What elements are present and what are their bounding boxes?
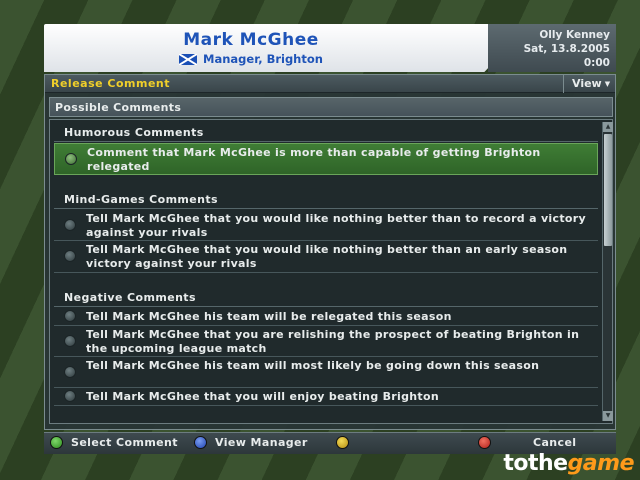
panel-title-bar: Release Comment View ▼ (45, 75, 615, 93)
radio-icon (64, 250, 76, 262)
comment-text: Tell Mark McGhee his team will be relega… (86, 310, 452, 323)
comment-text: Tell Mark McGhee that you will enjoy bea… (86, 390, 439, 403)
release-comment-panel: Release Comment View ▼ Possible Comments … (44, 74, 616, 430)
view-label: View (572, 77, 602, 90)
cancel-label: Cancel (533, 436, 577, 449)
scroll-up-arrow-icon[interactable]: ▲ (603, 122, 613, 132)
radio-icon (64, 390, 76, 402)
select-comment-button[interactable]: Select Comment (50, 436, 178, 449)
scotland-flag-icon (179, 53, 198, 65)
comment-option[interactable]: Tell Mark McGhee that you would like not… (54, 210, 598, 241)
comment-option[interactable]: Tell Mark McGhee his team will most like… (54, 357, 598, 388)
comment-text: Tell Mark McGhee that you are relishing … (86, 328, 580, 355)
section-header-humorous: Humorous Comments (54, 124, 598, 142)
comment-option[interactable]: Tell Mark McGhee that you are relishing … (54, 326, 598, 357)
comment-option[interactable]: Tell Mark McGhee his team will be relega… (54, 308, 598, 326)
radio-icon (64, 366, 76, 378)
radio-icon (64, 219, 76, 231)
manager-name: Mark McGhee (183, 30, 319, 50)
game-date: Sat, 13.8.2005 (523, 43, 610, 55)
comment-text: Tell Mark McGhee his team will most like… (86, 359, 540, 372)
info-panel: Olly Kenney Sat, 13.8.2005 0:00 (488, 24, 616, 72)
y-button-icon (336, 436, 349, 449)
view-manager-label: View Manager (215, 436, 308, 449)
comment-text: Comment that Mark McGhee is more than ca… (87, 146, 541, 173)
section-header-negative: Negative Comments (54, 289, 598, 307)
view-menu-button[interactable]: View ▼ (563, 75, 615, 93)
scroll-thumb[interactable] (604, 134, 612, 246)
radio-icon (64, 310, 76, 322)
radio-icon (65, 153, 77, 165)
user-name: Olly Kenney (539, 29, 610, 41)
list-scrollbar[interactable]: ▲ ▼ (602, 122, 613, 421)
x-button-icon (194, 436, 207, 449)
y-button[interactable] (336, 436, 349, 449)
scroll-down-arrow-icon[interactable]: ▼ (603, 411, 613, 421)
comment-option[interactable]: Comment that Mark McGhee is more than ca… (54, 143, 598, 175)
tothegame-watermark: tothegame (503, 451, 634, 476)
manager-banner: Mark McGhee Manager, Brighton (44, 24, 498, 72)
section-header-mind-games: Mind-Games Comments (54, 191, 598, 209)
manager-role-row: Manager, Brighton (44, 52, 458, 66)
a-button-icon (50, 436, 63, 449)
possible-comments-header: Possible Comments (49, 97, 613, 117)
cancel-button[interactable]: Cancel (478, 436, 576, 449)
manager-role: Manager, Brighton (203, 52, 323, 66)
chevron-down-icon: ▼ (604, 80, 611, 88)
b-button-icon (478, 436, 491, 449)
comment-option[interactable]: Tell Mark McGhee that you will enjoy bea… (54, 388, 598, 406)
comment-text: Tell Mark McGhee that you would like not… (86, 212, 586, 239)
comment-list: Humorous Comments Comment that Mark McGh… (49, 119, 613, 424)
panel-title: Release Comment (51, 77, 171, 90)
comment-text: Tell Mark McGhee that you would like not… (86, 243, 568, 270)
possible-comments-label: Possible Comments (55, 101, 182, 114)
select-comment-label: Select Comment (71, 436, 178, 449)
game-time: 0:00 (583, 57, 610, 69)
radio-icon (64, 335, 76, 347)
comment-option[interactable]: Tell Mark McGhee that you would like not… (54, 241, 598, 273)
view-manager-button[interactable]: View Manager (194, 436, 308, 449)
